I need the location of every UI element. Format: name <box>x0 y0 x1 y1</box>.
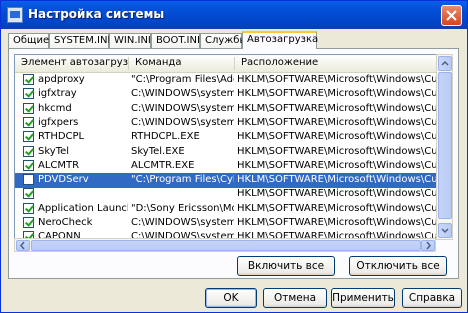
startup-item-name: Application Launcher <box>38 202 128 214</box>
startup-item-location: HKLM\SOFTWARE\Microsoft\Windows\CurrentV… <box>237 145 437 157</box>
cancel-button[interactable]: Отмена <box>263 288 327 308</box>
startup-item-command: C:\WINDOWS\system... <box>131 102 234 114</box>
help-button[interactable]: Справка <box>402 288 462 308</box>
startup-item-name: NeroCheck <box>38 217 93 228</box>
startup-item-location: HKLM\SOFTWARE\Microsoft\Windows\CurrentV… <box>237 74 437 85</box>
tab-startup[interactable]: Автозагрузка <box>242 31 318 49</box>
list-item[interactable]: apdproxy "C:\Program Files\Ado...HKLM\SOF… <box>15 73 437 88</box>
startup-item-command: C:\WINDOWS\system... <box>131 217 234 228</box>
startup-item-checkbox[interactable] <box>23 131 34 143</box>
tab-services[interactable]: Службы <box>200 33 247 48</box>
startup-item-command: C:\WINDOWS\system... <box>131 88 234 100</box>
startup-item-command: ALCMTR.EXE <box>131 159 195 171</box>
startup-item-location: HKLM\SOFTWARE\Microsoft\Windows\CurrentV… <box>237 217 437 228</box>
list-header: Элемент автозагрузки Команда Расположени… <box>15 55 436 73</box>
horizontal-scroll-thumb[interactable] <box>31 240 421 251</box>
startup-item-checkbox[interactable] <box>23 202 34 214</box>
startup-item-location: HKLM\SOFTWARE\Microsoft\Windows\CurrentV… <box>237 202 437 214</box>
startup-item-location: HKLM\SOFTWARE\Microsoft\Windows\CurrentV… <box>237 174 437 186</box>
startup-item-location: HKLM\SOFTWARE\Microsoft\Windows\CurrentV… <box>237 88 437 100</box>
scroll-right-button[interactable] <box>421 240 435 251</box>
close-icon <box>446 10 457 21</box>
chevron-left-icon <box>20 241 25 250</box>
horizontal-scrollbar[interactable] <box>14 238 436 252</box>
startup-item-command: RTHDCPL.EXE <box>131 131 200 143</box>
startup-item-name: RTHDCPL <box>38 131 85 143</box>
startup-item-name: PDVDServ <box>38 174 89 186</box>
scroll-down-button[interactable] <box>438 223 452 238</box>
startup-item-command: C:\WINDOWS\system... <box>131 116 234 128</box>
system-config-window: Настройка системы Общие SYSTEM.INI WIN.I… <box>0 0 468 313</box>
startup-item-command <box>131 188 234 201</box>
scroll-up-button[interactable] <box>438 56 452 71</box>
startup-list[interactable]: Элемент автозагрузки Команда Расположени… <box>14 54 437 240</box>
startup-item-command: SkyTel.EXE <box>131 145 185 157</box>
disable-all-button[interactable]: Отключить все <box>349 256 447 276</box>
list-item[interactable]: NeroCheck C:\WINDOWS\system...HKLM\SOFTWA… <box>15 216 437 231</box>
column-header-location[interactable]: Расположение <box>235 57 436 70</box>
title-bar[interactable]: Настройка системы <box>1 1 467 29</box>
startup-item-name: igfxtray <box>38 88 77 100</box>
enable-all-button[interactable]: Включить все <box>237 256 335 276</box>
tab-system-ini[interactable]: SYSTEM.INI <box>49 33 110 48</box>
startup-item-name: SkyTel <box>38 145 70 157</box>
system-config-icon <box>7 7 23 23</box>
startup-item-checkbox[interactable] <box>23 102 34 114</box>
startup-item-checkbox[interactable] <box>23 174 34 186</box>
tab-boot-ini[interactable]: BOOT.INI <box>151 33 200 48</box>
list-item[interactable]: ALCMTR ALCMTR.EXE HKLM\SOFTWARE\Microsoft\… <box>15 159 437 174</box>
scroll-left-button[interactable] <box>16 240 30 251</box>
list-item[interactable]: igfxpers C:\WINDOWS\system...HKLM\SOFTWAR… <box>15 116 437 131</box>
list-item[interactable]: PDVDServ "C:\Program Files\Cyb...HKLM\SOF… <box>15 173 437 189</box>
startup-item-name: hkcmd <box>38 102 72 114</box>
ok-button[interactable]: OK <box>205 288 257 308</box>
chevron-right-icon <box>426 241 431 250</box>
startup-item-checkbox[interactable] <box>23 159 34 171</box>
scroll-thumb[interactable] <box>438 72 452 219</box>
list-item[interactable]: HKLM\SOFTWARE\Microsoft\Windows\CurrentV… <box>15 187 437 202</box>
startup-item-checkbox[interactable] <box>23 188 34 200</box>
close-button[interactable] <box>441 5 462 26</box>
startup-item-checkbox[interactable] <box>23 145 34 157</box>
startup-item-command: "C:\Program Files\Ado... <box>131 74 234 85</box>
chevron-up-icon <box>441 60 449 66</box>
startup-item-name: apdproxy <box>38 74 85 85</box>
startup-item-checkbox[interactable] <box>23 116 34 128</box>
startup-item-name: igfxpers <box>38 116 79 128</box>
startup-item-checkbox[interactable] <box>23 74 34 85</box>
chevron-down-icon <box>441 228 449 234</box>
startup-item-location: HKLM\SOFTWARE\Microsoft\Windows\CurrentV… <box>237 131 437 143</box>
column-header-command[interactable]: Команда <box>129 57 235 70</box>
column-header-item[interactable]: Элемент автозагрузки <box>15 57 129 70</box>
startup-item-name: ALCMTR <box>38 159 80 171</box>
startup-item-command: "C:\Program Files\Cyb... <box>131 174 234 186</box>
startup-item-location: HKLM\SOFTWARE\Microsoft\Windows\CurrentV… <box>237 159 437 171</box>
vertical-scrollbar[interactable] <box>436 54 453 240</box>
list-item[interactable]: hkcmd C:\WINDOWS\system...HKLM\SOFTWARE\M… <box>15 102 437 117</box>
tab-general[interactable]: Общие <box>8 33 49 48</box>
startup-item-name <box>38 188 128 201</box>
startup-item-command: "D:\Sony Ericsson\Mo... <box>131 202 234 214</box>
list-item[interactable]: SkyTel SkyTel.EXE HKLM\SOFTWARE\Microsoft\… <box>15 145 437 160</box>
startup-item-checkbox[interactable] <box>23 88 34 100</box>
window-title: Настройка системы <box>28 7 165 21</box>
tab-win-ini[interactable]: WIN.INI <box>109 33 151 48</box>
startup-item-location: HKLM\SOFTWARE\Microsoft\Windows\CurrentV… <box>237 102 437 114</box>
list-item[interactable]: Application Launcher"D:\Sony Ericsson\Mo… <box>15 202 437 217</box>
list-item[interactable]: RTHDCPL RTHDCPL.EXE HKLM\SOFTWARE\Microsof… <box>15 130 437 145</box>
startup-item-location: HKLM\SOFTWARE\Microsoft\Windows\CurrentV… <box>237 188 437 200</box>
list-item[interactable]: igfxtray C:\WINDOWS\system...HKLM\SOFTWAR… <box>15 87 437 102</box>
apply-button[interactable]: Применить <box>331 288 395 308</box>
startup-item-checkbox[interactable] <box>23 217 34 228</box>
startup-item-location: HKLM\SOFTWARE\Microsoft\Windows\CurrentV… <box>237 116 437 128</box>
